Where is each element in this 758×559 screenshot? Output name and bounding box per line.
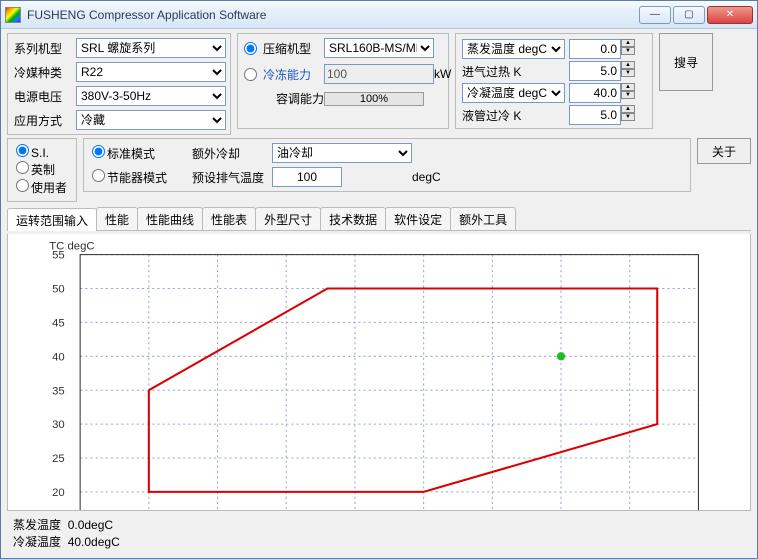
subcool-input[interactable] xyxy=(569,105,621,125)
series-panel: 系列机型 SRL 螺旋系列 冷媒种类 R22 电源电压 380V-3-50Hz … xyxy=(7,33,231,135)
cond-spin[interactable]: ▲▼ xyxy=(621,83,635,103)
unit-si-radio[interactable] xyxy=(16,144,29,157)
footer-cond-value: 40.0degC xyxy=(68,535,120,549)
chart-area: TC degC 2025303540455055 -30-25-20-15-10… xyxy=(7,234,751,511)
disch-unit: degC xyxy=(412,170,462,184)
mode-econ-radio[interactable] xyxy=(92,169,105,182)
series-label: 系列机型 xyxy=(14,40,72,57)
app-window: FUSHENG Compressor Application Software … xyxy=(0,0,758,559)
evap-spin[interactable]: ▲▼ xyxy=(621,39,635,59)
cooling-radio-label: 冷冻能力 xyxy=(263,66,311,83)
subcool-spin[interactable]: ▲▼ xyxy=(621,105,635,125)
refrig-label: 冷媒种类 xyxy=(14,64,72,81)
search-button[interactable]: 搜寻 xyxy=(659,33,713,91)
svg-text:40: 40 xyxy=(52,351,65,363)
content-area: 系列机型 SRL 螺旋系列 冷媒种类 R22 电源电压 380V-3-50Hz … xyxy=(1,29,757,558)
second-row: S.I. 英制 使用者 标准模式 额外冷却 油冷却 节能器模式 预设排气温度 d… xyxy=(7,138,751,202)
mode-econ-row[interactable]: 节能器模式 xyxy=(92,169,192,186)
capacity-bar: 100% xyxy=(324,92,424,106)
tab-software-settings[interactable]: 软件设定 xyxy=(385,207,451,230)
unit-imp-row[interactable]: 英制 xyxy=(16,161,68,178)
subcool-label: 液管过冷 K xyxy=(462,107,565,124)
tab-tech-data[interactable]: 技术数据 xyxy=(320,207,386,230)
footer-evap-label: 蒸发温度 xyxy=(13,518,61,532)
suction-label: 进气过热 K xyxy=(462,63,565,80)
unit-imp-radio[interactable] xyxy=(16,161,29,174)
extcool-label: 额外冷却 xyxy=(192,145,272,162)
modes-panel: 标准模式 额外冷却 油冷却 节能器模式 预设排气温度 degC xyxy=(83,138,691,192)
svg-text:25: 25 xyxy=(52,453,65,465)
model-panel: 压缩机型 SRL160B-MS/MP 冷冻能力 kW 容调能力 100% xyxy=(237,33,449,129)
power-label: 电源电压 xyxy=(14,88,72,105)
refrig-select[interactable]: R22 xyxy=(76,62,226,82)
suction-input[interactable] xyxy=(569,61,621,81)
suction-spin[interactable]: ▲▼ xyxy=(621,61,635,81)
tab-performance[interactable]: 性能 xyxy=(96,207,138,230)
titlebar: FUSHENG Compressor Application Software … xyxy=(1,1,757,29)
conditions-panel: 蒸发温度 degC 进气过热 K 冷凝温度 degC 液管过冷 K ▲▼ ▲▼ … xyxy=(455,33,653,129)
svg-text:30: 30 xyxy=(52,419,65,431)
disch-label: 预设排气温度 xyxy=(192,169,272,186)
tab-extra-tools[interactable]: 额外工具 xyxy=(450,207,516,230)
tab-strip: 运转范围输入 性能 性能曲线 性能表 外型尺寸 技术数据 软件设定 额外工具 xyxy=(7,207,751,231)
app-icon xyxy=(5,7,21,23)
envelope-chart: TC degC 2025303540455055 -30-25-20-15-10… xyxy=(8,234,750,511)
capacity-pct: 100% xyxy=(325,93,423,105)
close-button[interactable]: ✕ xyxy=(707,6,753,24)
mode-std-radio[interactable] xyxy=(92,145,105,158)
app-select[interactable]: 冷藏 xyxy=(76,110,226,130)
tab-envelope-input[interactable]: 运转范围输入 xyxy=(7,208,97,231)
footer-cond-label: 冷凝温度 xyxy=(13,535,61,549)
footer: 蒸发温度 0.0degC 冷凝温度 40.0degC xyxy=(7,514,751,552)
about-button[interactable]: 关于 xyxy=(697,138,751,164)
disch-input[interactable] xyxy=(272,167,342,187)
units-panel: S.I. 英制 使用者 xyxy=(7,138,77,202)
cooling-value-input xyxy=(324,64,434,84)
top-row: 系列机型 SRL 螺旋系列 冷媒种类 R22 电源电压 380V-3-50Hz … xyxy=(7,33,751,135)
svg-text:45: 45 xyxy=(52,318,65,330)
compressor-radio-row[interactable]: 压缩机型 xyxy=(244,40,324,57)
mode-std-row[interactable]: 标准模式 xyxy=(92,145,192,162)
capacity-label: 容调能力 xyxy=(244,90,324,107)
unit-user-row[interactable]: 使用者 xyxy=(16,179,68,196)
maximize-button[interactable]: ▢ xyxy=(673,6,705,24)
unit-si-row[interactable]: S.I. xyxy=(16,144,68,160)
cond-temp-input[interactable] xyxy=(569,83,621,103)
footer-evap-value: 0.0degC xyxy=(68,518,113,532)
tab-perf-table[interactable]: 性能表 xyxy=(202,207,256,230)
unit-user-radio[interactable] xyxy=(16,179,29,192)
evap-temp-input[interactable] xyxy=(569,39,621,59)
app-label: 应用方式 xyxy=(14,112,72,129)
svg-text:35: 35 xyxy=(52,385,65,397)
compressor-model-select[interactable]: SRL160B-MS/MP xyxy=(324,38,434,58)
compressor-radio-label: 压缩机型 xyxy=(263,40,311,57)
compressor-radio[interactable] xyxy=(244,42,257,55)
tab-perf-curve[interactable]: 性能曲线 xyxy=(137,207,203,230)
series-select[interactable]: SRL 螺旋系列 xyxy=(76,38,226,58)
extcool-select[interactable]: 油冷却 xyxy=(272,143,412,163)
svg-text:55: 55 xyxy=(52,250,65,262)
window-title: FUSHENG Compressor Application Software xyxy=(27,8,637,22)
window-buttons: — ▢ ✕ xyxy=(637,6,753,24)
tab-dimensions[interactable]: 外型尺寸 xyxy=(255,207,321,230)
power-select[interactable]: 380V-3-50Hz xyxy=(76,86,226,106)
cooling-radio-row[interactable]: 冷冻能力 xyxy=(244,66,324,83)
evap-temp-select[interactable]: 蒸发温度 degC xyxy=(462,39,565,59)
cooling-radio[interactable] xyxy=(244,68,257,81)
svg-text:20: 20 xyxy=(52,487,65,499)
svg-text:50: 50 xyxy=(52,284,65,296)
cond-temp-select[interactable]: 冷凝温度 degC xyxy=(462,83,565,103)
minimize-button[interactable]: — xyxy=(639,6,671,24)
